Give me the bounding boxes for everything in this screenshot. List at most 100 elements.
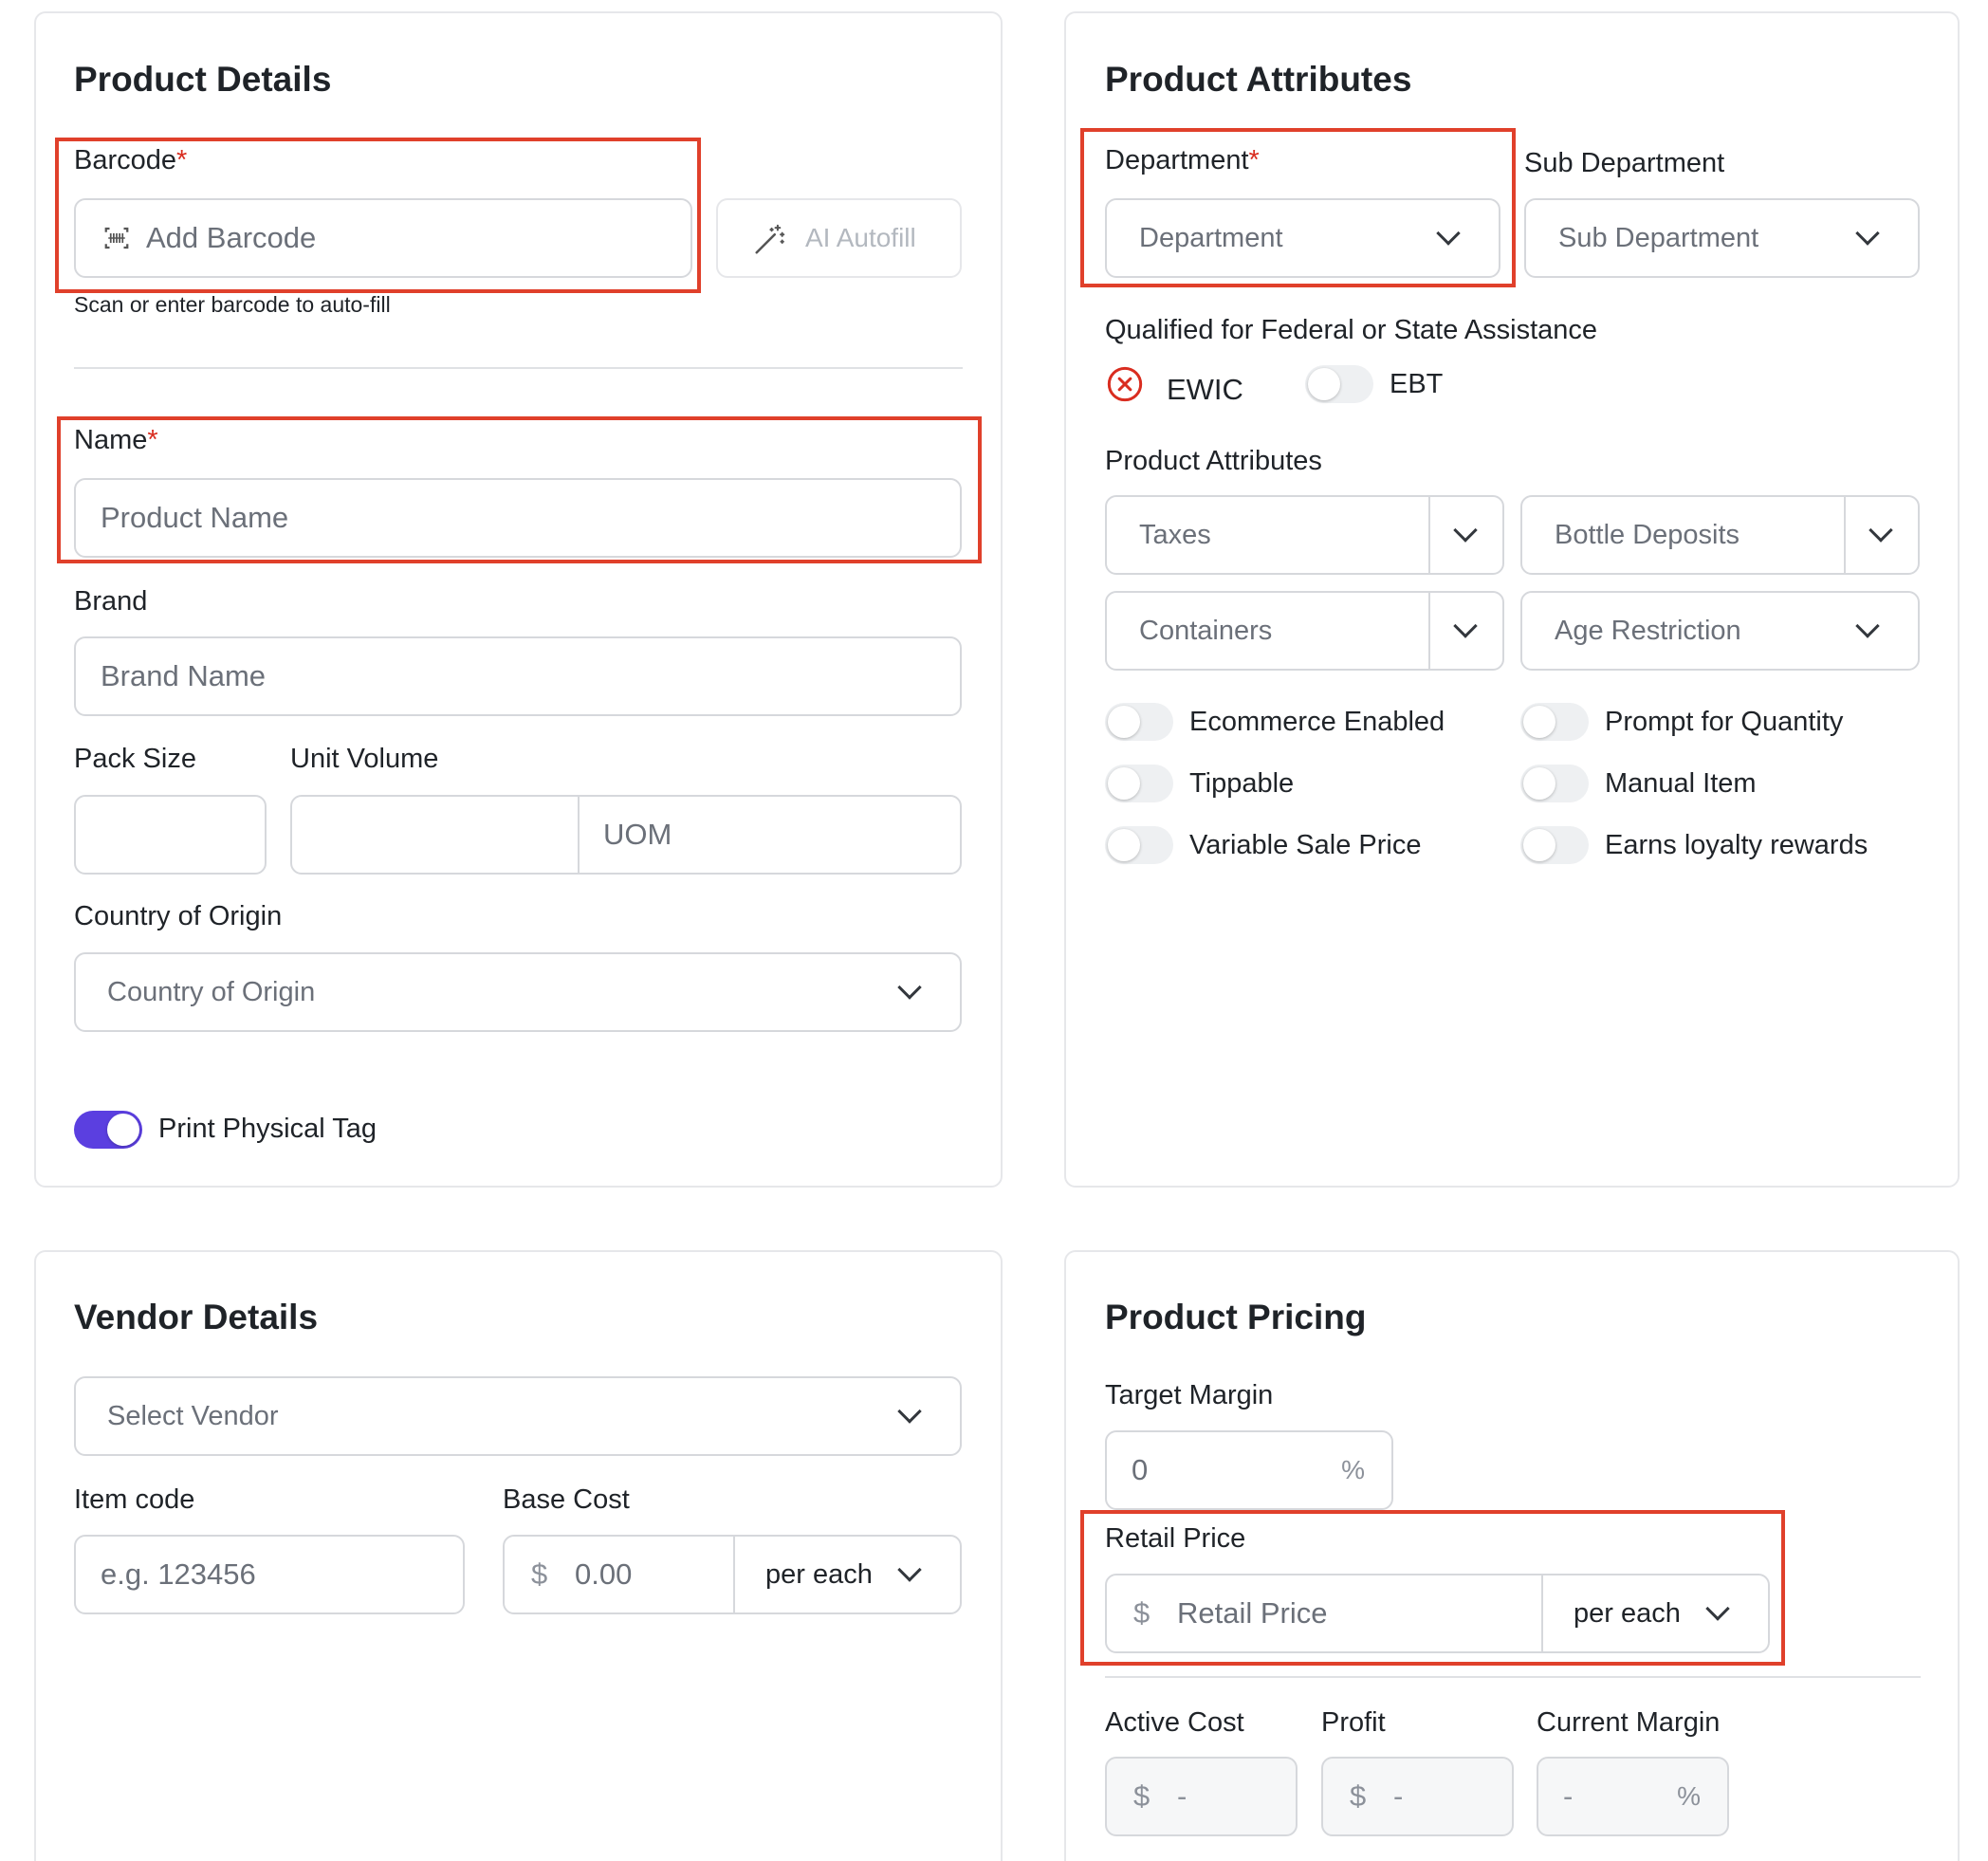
barcode-label: Barcode*	[74, 145, 188, 175]
unit-divider	[733, 1537, 735, 1612]
containers-select[interactable]: Containers	[1105, 591, 1504, 671]
variable-price-toggle[interactable]	[1105, 826, 1173, 864]
target-margin-input[interactable]: 0 %	[1105, 1430, 1393, 1510]
dollar-sign-icon: $	[1133, 1596, 1150, 1630]
toggle-knob	[1108, 706, 1140, 738]
toggle-knob	[1523, 706, 1555, 738]
toggle-knob	[1108, 767, 1140, 800]
target-margin-value: 0	[1132, 1453, 1149, 1486]
product-name-input[interactable]: Product Name	[74, 478, 962, 558]
error-circle-icon[interactable]	[1106, 365, 1144, 403]
vendor-details-title: Vendor Details	[74, 1298, 319, 1336]
dollar-sign-icon: $	[1133, 1779, 1150, 1813]
containers-placeholder: Containers	[1139, 615, 1273, 646]
tippable-toggle[interactable]	[1105, 765, 1173, 802]
vendor-select[interactable]: Select Vendor	[74, 1376, 962, 1456]
retail-price-input[interactable]: $ Retail Price per each	[1105, 1574, 1770, 1653]
product-name-placeholder: Product Name	[101, 501, 289, 534]
product-details-title: Product Details	[74, 60, 332, 99]
retail-price-unit-select[interactable]: per each	[1574, 1598, 1681, 1630]
ai-autofill-button[interactable]: AI Autofill	[716, 198, 962, 278]
bottle-deposits-placeholder: Bottle Deposits	[1555, 519, 1740, 550]
barcode-input[interactable]: Add Barcode	[74, 198, 692, 278]
pack-size-label: Pack Size	[74, 744, 196, 774]
profit-label: Profit	[1321, 1707, 1386, 1738]
active-cost-value: -	[1177, 1779, 1187, 1813]
select-divider	[1428, 593, 1430, 669]
name-label: Name*	[74, 425, 158, 455]
chevron-down-icon	[1436, 221, 1461, 246]
select-divider	[1844, 497, 1846, 573]
ecommerce-toggle[interactable]	[1105, 703, 1173, 741]
assistance-label: Qualified for Federal or State Assistanc…	[1105, 315, 1598, 345]
toggle-knob	[1108, 829, 1140, 861]
details-divider	[74, 367, 963, 369]
age-restriction-placeholder: Age Restriction	[1555, 615, 1741, 646]
item-code-label: Item code	[74, 1484, 195, 1515]
magic-wand-icon	[755, 224, 785, 254]
current-margin-field: - %	[1537, 1757, 1729, 1836]
active-cost-field: $ -	[1105, 1757, 1298, 1836]
item-code-placeholder: e.g. 123456	[101, 1557, 256, 1591]
tippable-label: Tippable	[1189, 768, 1295, 799]
active-cost-label: Active Cost	[1105, 1707, 1244, 1738]
percent-icon: %	[1677, 1781, 1701, 1811]
ecommerce-label: Ecommerce Enabled	[1189, 707, 1445, 737]
department-select[interactable]: Department	[1105, 198, 1500, 278]
chevron-down-icon	[1453, 614, 1478, 638]
chevron-down-icon	[897, 1399, 922, 1424]
country-label: Country of Origin	[74, 901, 283, 931]
base-cost-label: Base Cost	[503, 1484, 630, 1515]
current-margin-value: -	[1563, 1779, 1574, 1813]
prompt-quantity-toggle[interactable]	[1520, 703, 1589, 741]
toggle-knob	[1523, 767, 1555, 800]
taxes-placeholder: Taxes	[1139, 519, 1211, 550]
vendor-placeholder: Select Vendor	[107, 1400, 279, 1431]
retail-price-placeholder: Retail Price	[1177, 1596, 1328, 1630]
manual-item-toggle[interactable]	[1520, 765, 1589, 802]
manual-item-label: Manual Item	[1605, 768, 1757, 799]
pricing-divider	[1105, 1676, 1921, 1678]
unit-divider	[1541, 1575, 1543, 1651]
loyalty-label: Earns loyalty rewards	[1605, 830, 1868, 860]
percent-icon: %	[1341, 1455, 1365, 1484]
print-tag-toggle[interactable]	[74, 1111, 142, 1149]
brand-input[interactable]: Brand Name	[74, 636, 962, 716]
ebt-toggle[interactable]	[1305, 365, 1373, 403]
taxes-select[interactable]: Taxes	[1105, 495, 1504, 575]
retail-price-label: Retail Price	[1105, 1523, 1246, 1554]
ewic-label: EWIC	[1167, 373, 1243, 406]
profit-field: $ -	[1321, 1757, 1514, 1836]
unit-volume-input[interactable]: UOM	[290, 795, 962, 875]
variable-price-label: Variable Sale Price	[1189, 830, 1422, 860]
chevron-down-icon	[897, 975, 922, 1000]
chevron-down-icon	[1855, 614, 1880, 638]
chevron-down-icon	[1855, 221, 1880, 246]
ebt-label: EBT	[1390, 369, 1444, 399]
toggle-knob	[1523, 829, 1555, 861]
base-cost-unit-select[interactable]: per each	[765, 1559, 873, 1591]
product-attributes-title: Product Attributes	[1105, 60, 1412, 99]
uom-divider	[578, 797, 580, 873]
product-pricing-title: Product Pricing	[1105, 1298, 1367, 1336]
loyalty-toggle[interactable]	[1520, 826, 1589, 864]
print-tag-label: Print Physical Tag	[158, 1114, 377, 1144]
barcode-hint: Scan or enter barcode to auto-fill	[74, 292, 391, 317]
base-cost-input[interactable]: $ 0.00 per each	[503, 1535, 962, 1614]
pack-size-input[interactable]	[74, 795, 267, 875]
brand-label: Brand	[74, 586, 148, 617]
profit-value: -	[1393, 1779, 1404, 1813]
barcode-placeholder: Add Barcode	[146, 221, 317, 254]
uom-placeholder[interactable]: UOM	[603, 818, 672, 852]
unit-volume-label: Unit Volume	[290, 744, 439, 774]
sub-department-select[interactable]: Sub Department	[1524, 198, 1920, 278]
toggle-knob	[107, 1114, 139, 1146]
department-placeholder: Department	[1139, 222, 1283, 253]
prompt-quantity-label: Prompt for Quantity	[1605, 707, 1844, 737]
toggle-knob	[1308, 368, 1340, 400]
item-code-input[interactable]: e.g. 123456	[74, 1535, 465, 1614]
country-select[interactable]: Country of Origin	[74, 952, 962, 1032]
brand-placeholder: Brand Name	[101, 659, 267, 692]
bottle-deposits-select[interactable]: Bottle Deposits	[1520, 495, 1920, 575]
age-restriction-select[interactable]: Age Restriction	[1520, 591, 1920, 671]
